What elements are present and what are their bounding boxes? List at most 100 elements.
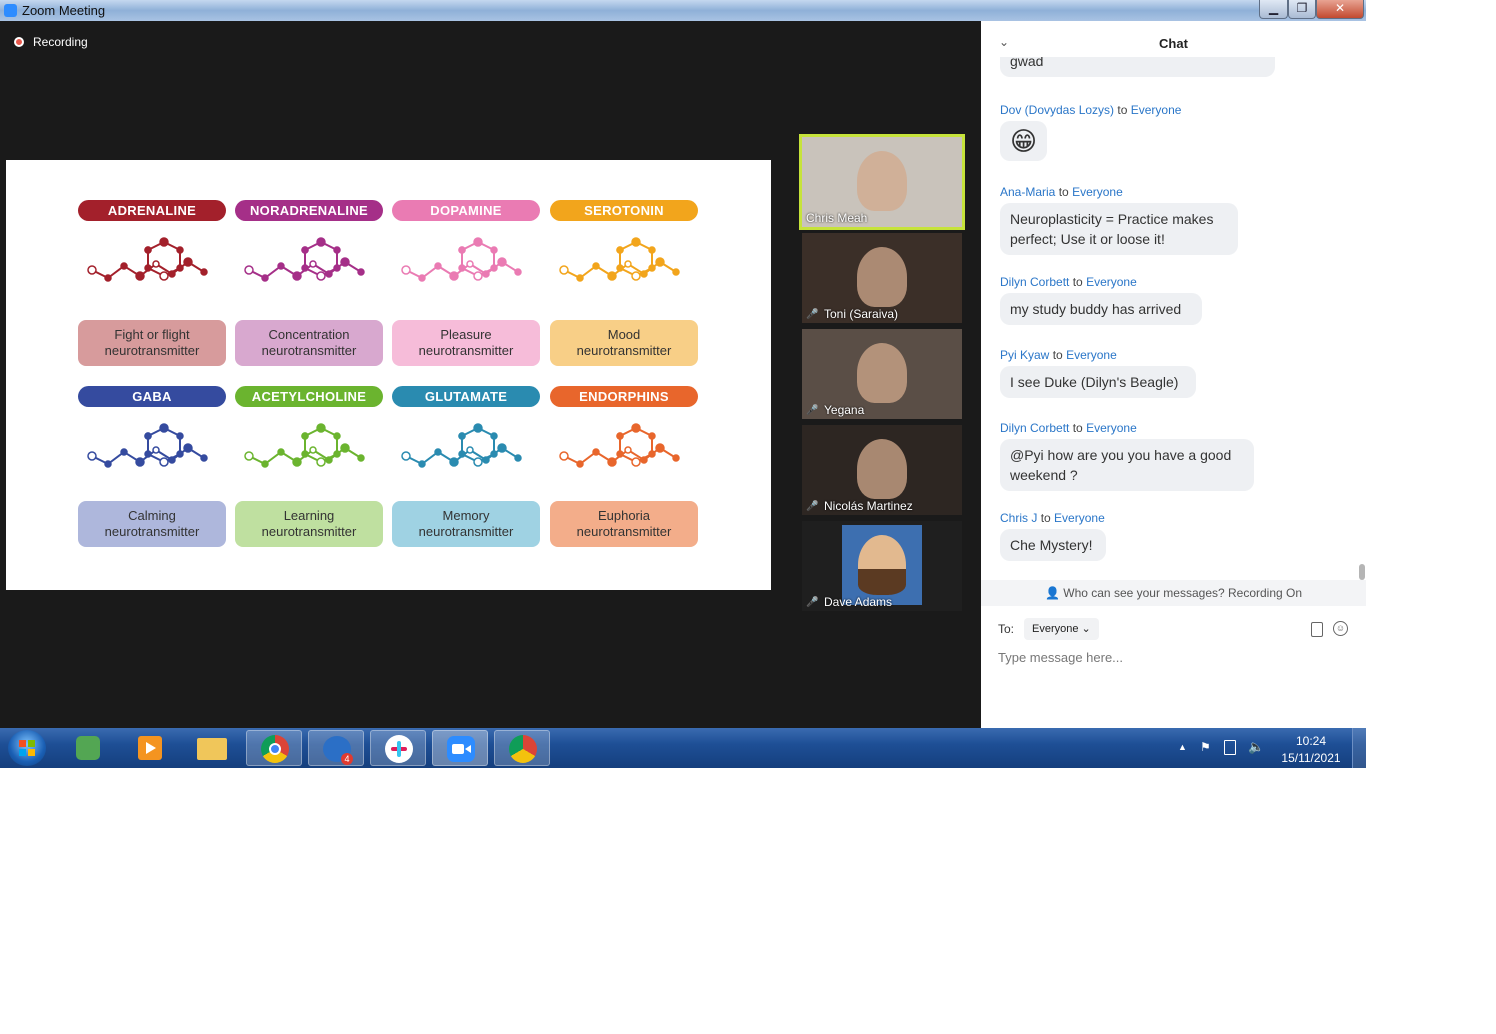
visibility-note[interactable]: 👤 Who can see your messages? Recording O… <box>981 580 1366 606</box>
file-explorer-taskbar-button[interactable] <box>184 730 240 766</box>
participant-tile[interactable]: 🎤 Yegana <box>802 329 962 419</box>
participant-name: Dave Adams <box>824 595 893 609</box>
to-word: to <box>1072 275 1083 289</box>
card-sublabel: neurotransmitter <box>261 343 357 358</box>
window-title: Zoom Meeting <box>22 3 106 18</box>
media-player-taskbar-button[interactable] <box>122 730 178 766</box>
to-word: to <box>1040 511 1051 525</box>
message-bubble: Che Mystery! <box>1000 529 1106 561</box>
card-label: Memory <box>442 508 490 523</box>
message-input[interactable]: Type message here... <box>998 650 1123 665</box>
folder-icon <box>197 738 227 760</box>
taskbar: 4 ▲ ⚑ 🔈 10:24 15/11/2021 <box>0 728 1367 768</box>
scrollbar-thumb[interactable] <box>1359 564 1365 580</box>
chrome-icon <box>509 735 537 763</box>
molecule-diagram <box>87 237 208 282</box>
video-feed <box>857 439 907 499</box>
card-sublabel: neurotransmitter <box>418 343 514 358</box>
sender-name[interactable]: Ana-Maria <box>1000 185 1055 199</box>
neurotransmitter-title: GABA <box>78 386 226 407</box>
start-button[interactable] <box>8 730 46 766</box>
participant-name: Nicolás Martinez <box>824 499 913 513</box>
message-sender[interactable]: Pyi Kyaw to Everyone <box>1000 348 1117 362</box>
slack-taskbar-button[interactable] <box>370 730 426 766</box>
emoji-message: 😁 <box>1000 121 1048 161</box>
message-sender[interactable]: Dov (Dovydas Lozys) to Everyone <box>1000 103 1181 117</box>
card-sublabel: neurotransmitter <box>576 524 672 539</box>
message-sender[interactable]: Ana-Maria to Everyone <box>1000 185 1123 199</box>
recipient-value: Everyone <box>1032 623 1079 635</box>
message-bubble: Neuroplasticity = Practice makes perfect… <box>1000 203 1238 255</box>
to-word: to <box>1052 348 1063 362</box>
molecule-diagram <box>87 423 208 468</box>
evernote-icon <box>76 736 100 760</box>
participant-tile[interactable]: 🎤 Dave Adams <box>802 521 962 611</box>
card-label: Concentration <box>268 327 350 342</box>
chrome-profile-taskbar-button[interactable] <box>494 730 550 766</box>
participant-tile[interactable]: 🎤 Nicolás Martinez <box>802 425 962 515</box>
recipient-name: Everyone <box>1066 348 1117 362</box>
card-sublabel: neurotransmitter <box>104 343 200 358</box>
message-sender[interactable]: Chris J to Everyone <box>1000 511 1105 525</box>
show-hidden-icons-icon[interactable]: ▲ <box>1178 742 1187 752</box>
neurotransmitter-title: NORADRENALINE <box>235 200 383 221</box>
neurotransmitter-card: Mood neurotransmitter <box>550 320 698 366</box>
evernote-taskbar-button[interactable] <box>60 730 116 766</box>
message-sender[interactable]: Dilyn Corbett to Everyone <box>1000 421 1137 435</box>
muted-mic-icon: 🎤 <box>806 309 819 320</box>
media-player-icon <box>138 736 162 760</box>
neurotransmitter-title: ACETYLCHOLINE <box>235 386 383 407</box>
sender-name[interactable]: Chris J <box>1000 511 1037 525</box>
chat-title: Chat <box>1159 36 1188 51</box>
recipient-name: Everyone <box>1086 275 1137 289</box>
chrome-taskbar-button[interactable] <box>246 730 302 766</box>
action-center-flag-icon[interactable]: ⚑ <box>1200 740 1211 754</box>
recipient-name: Everyone <box>1086 421 1137 435</box>
neurotransmitter-title: SEROTONIN <box>550 200 698 221</box>
restore-button[interactable]: ❐ <box>1288 0 1316 19</box>
close-button[interactable]: ✕ <box>1316 0 1364 19</box>
sender-name[interactable]: Dilyn Corbett <box>1000 421 1069 435</box>
emoji-icon[interactable]: ☺ <box>1333 621 1348 636</box>
mail-taskbar-button[interactable]: 4 <box>308 730 364 766</box>
neurotransmitter-card: Calming neurotransmitter <box>78 501 226 547</box>
message-sender[interactable]: Dilyn Corbett to Everyone <box>1000 275 1137 289</box>
clock-time[interactable]: 10:24 <box>1276 734 1346 748</box>
recording-label: Recording <box>33 35 88 49</box>
volume-icon[interactable]: 🔈 <box>1248 739 1264 755</box>
mail-badge: 4 <box>341 753 353 765</box>
show-desktop-button[interactable] <box>1352 728 1367 768</box>
participant-tile[interactable]: Chris Meah <box>799 134 965 230</box>
person-lock-icon: 👤 <box>1044 586 1060 600</box>
recording-icon <box>14 37 24 47</box>
message-bubble: @Pyi how are you you have a good weekend… <box>1000 439 1254 491</box>
minimize-button[interactable]: ▁ <box>1259 0 1288 19</box>
sender-name[interactable]: Dov (Dovydas Lozys) <box>1000 103 1114 117</box>
power-icon[interactable] <box>1224 740 1236 755</box>
clock-date[interactable]: 15/11/2021 <box>1276 751 1346 765</box>
card-label: Fight or flight <box>114 327 190 342</box>
participant-name: Yegana <box>824 403 865 417</box>
card-label: Calming <box>128 508 176 523</box>
file-icon[interactable] <box>1311 622 1323 637</box>
to-word: to <box>1117 103 1128 117</box>
recipient-name: Everyone <box>1072 185 1123 199</box>
to-label: To: <box>998 622 1015 636</box>
neurotransmitter-card: Memory neurotransmitter <box>392 501 540 547</box>
chat-scrollbar[interactable] <box>1357 69 1365 580</box>
avatar-picture <box>842 525 922 605</box>
sender-name[interactable]: Dilyn Corbett <box>1000 275 1069 289</box>
visibility-note-text: Who can see your messages? Recording On <box>1063 586 1303 600</box>
video-feed <box>857 151 907 211</box>
participant-tile[interactable]: 🎤 Toni (Saraiva) <box>802 233 962 323</box>
zoom-taskbar-button[interactable] <box>432 730 488 766</box>
card-sublabel: neurotransmitter <box>576 343 672 358</box>
recipient-name: Everyone <box>1054 511 1105 525</box>
message-bubble: I see Duke (Dilyn's Beagle) <box>1000 366 1196 398</box>
chat-panel: ⌄ Chat gwad Dov (Dovydas Lozys) to Every… <box>981 21 1366 728</box>
message-bubble: my study buddy has arrived <box>1000 293 1202 325</box>
recipient-dropdown[interactable]: Everyone ⌄ <box>1024 618 1099 640</box>
chrome-icon <box>261 735 289 763</box>
neurotransmitter-title: GLUTAMATE <box>392 386 540 407</box>
sender-name[interactable]: Pyi Kyaw <box>1000 348 1049 362</box>
